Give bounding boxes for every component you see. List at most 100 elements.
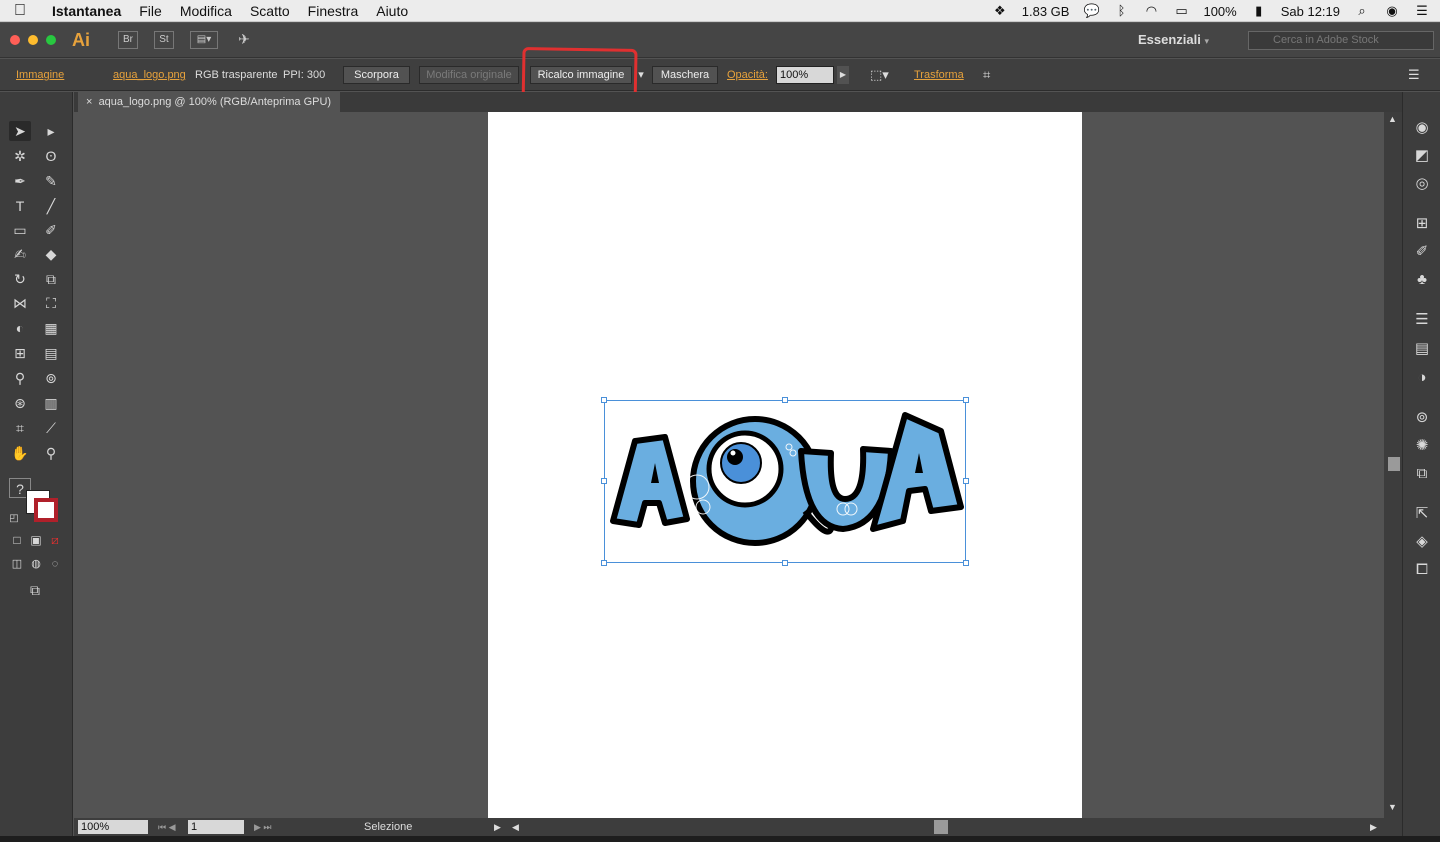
scroll-down-icon[interactable]: ▼ [1388, 802, 1397, 812]
resize-handle[interactable] [782, 397, 788, 403]
cc-libraries-icon[interactable]: ◎ [1412, 174, 1432, 194]
notification-icon[interactable]: ☰ [1414, 4, 1430, 18]
workspace-switcher[interactable]: Essenziali ▾ [1138, 29, 1238, 51]
column-graph-tool-icon[interactable]: ▥ [40, 393, 62, 413]
document-tab[interactable]: × aqua_logo.png @ 100% (RGB/Anteprima GP… [78, 92, 340, 112]
pen-tool-icon[interactable]: ✒ [9, 171, 31, 191]
close-tab-icon[interactable]: × [86, 96, 92, 108]
artboard-tool-icon[interactable]: ⌗ [9, 418, 31, 438]
airplay-icon[interactable]: ▭ [1173, 4, 1189, 18]
apple-icon[interactable]:  [14, 2, 44, 20]
free-transform-tool-icon[interactable]: ⛶ [40, 293, 62, 313]
artboards-icon[interactable]: ⧉ [1412, 464, 1432, 484]
memory-status[interactable]: 1.83 GB [1022, 4, 1070, 19]
resize-handle[interactable] [601, 478, 607, 484]
graphic-styles-icon[interactable]: ◩ [1412, 146, 1432, 166]
page-nav-next-icon[interactable]: ▶ ⏭ [254, 818, 272, 836]
rotate-tool-icon[interactable]: ↻ [9, 269, 31, 289]
vertical-scroll-thumb[interactable] [1388, 457, 1400, 471]
draw-inside-icon[interactable]: ◌ [44, 554, 66, 574]
isolate-icon[interactable]: ⌗ [983, 59, 990, 91]
page-nav-first-icon[interactable]: ⏮ ◀ [158, 818, 176, 836]
transform-link[interactable]: Trasforma [914, 59, 964, 91]
horizontal-scroll-thumb[interactable] [934, 820, 948, 834]
shaper-tool-icon[interactable]: ✍ [9, 244, 31, 264]
screen-mode-icon[interactable]: ⧉ [24, 580, 46, 600]
recolor-icon[interactable]: ⬚▾ [870, 59, 889, 91]
brushes-icon[interactable]: ✐ [1412, 242, 1432, 262]
swatches-icon[interactable]: ⊞ [1412, 214, 1432, 234]
direct-selection-tool-icon[interactable]: ▸ [40, 121, 62, 141]
canvas[interactable] [74, 112, 1384, 818]
minimize-window-button[interactable] [28, 35, 38, 45]
scale-tool-icon[interactable]: ⧉ [40, 269, 62, 289]
shape-builder-tool-icon[interactable]: ◐ [9, 318, 31, 338]
symbols-icon[interactable]: ♣ [1412, 270, 1432, 290]
eyedropper-tool-icon[interactable]: ⚲ [9, 368, 31, 388]
mask-button[interactable]: Maschera [652, 66, 718, 84]
paintbrush-tool-icon[interactable]: ✐ [40, 220, 62, 240]
menu-scatto[interactable]: Scatto [250, 3, 290, 19]
transparency-icon[interactable]: ◑ [1412, 368, 1432, 388]
resize-handle[interactable] [963, 478, 969, 484]
close-window-button[interactable] [10, 35, 20, 45]
messages-icon[interactable]: 💬 [1083, 4, 1099, 18]
scroll-up-icon[interactable]: ▲ [1388, 114, 1397, 124]
resize-handle[interactable] [963, 397, 969, 403]
vertical-scrollbar[interactable]: ▲ ▼ [1384, 112, 1402, 818]
scroll-right-icon[interactable]: ▶ [1370, 818, 1377, 836]
links-icon[interactable]: ⧠ [1412, 560, 1432, 580]
menu-app[interactable]: Istantanea [52, 3, 121, 19]
perspective-grid-tool-icon[interactable]: ▦ [40, 318, 62, 338]
menu-modifica[interactable]: Modifica [180, 3, 232, 19]
hand-tool-icon[interactable]: ✋ [9, 443, 31, 463]
edit-original-button[interactable]: Modifica originale [419, 66, 519, 84]
menu-aiuto[interactable]: Aiuto [376, 3, 408, 19]
opacity-arrow-icon[interactable]: ▶ [837, 66, 849, 84]
page-field[interactable]: 1 [188, 820, 244, 834]
eraser-tool-icon[interactable]: ◆ [40, 244, 62, 264]
opacity-input[interactable]: 100% [776, 66, 834, 84]
artboard[interactable] [488, 112, 1082, 818]
status-menu-icon[interactable]: ▶ [494, 818, 501, 836]
none-mode-icon[interactable]: ⧄ [44, 530, 66, 550]
lasso-tool-icon[interactable]: ʘ [40, 146, 62, 166]
slice-tool-icon[interactable]: ⟋ [40, 418, 62, 438]
layers-icon[interactable]: ◈ [1412, 532, 1432, 552]
rocket-icon[interactable]: ✈ [234, 31, 254, 49]
symbol-sprayer-tool-icon[interactable]: ⊛ [9, 393, 31, 413]
selection-tool-icon[interactable]: ➤ [9, 121, 31, 141]
resize-handle[interactable] [963, 560, 969, 566]
arrange-documents-button[interactable]: ▤▾ [190, 31, 218, 49]
zoom-window-button[interactable] [46, 35, 56, 45]
default-colors-icon[interactable]: ◰ [3, 509, 25, 529]
gradient-tool-icon[interactable]: ▤ [40, 343, 62, 363]
width-tool-icon[interactable]: ⋈ [9, 293, 31, 313]
stock-search-input[interactable]: Cerca in Adobe Stock [1248, 31, 1434, 50]
menu-file[interactable]: File [139, 3, 162, 19]
siri-icon[interactable]: ◉ [1384, 4, 1400, 18]
stroke-icon[interactable]: ☰ [1412, 310, 1432, 330]
rectangle-tool-icon[interactable]: ▭ [9, 220, 31, 240]
spotlight-icon[interactable]: ⌕ [1354, 4, 1370, 18]
bridge-button[interactable]: Br [118, 31, 138, 49]
object-type-link[interactable]: Immagine [16, 59, 64, 91]
clock[interactable]: Sab 12:19 [1281, 4, 1340, 19]
resize-handle[interactable] [782, 560, 788, 566]
appearance-icon[interactable]: ◉ [1412, 118, 1432, 138]
fill-stroke-swatch[interactable] [26, 490, 58, 522]
type-tool-icon[interactable]: T [9, 196, 31, 216]
embed-button[interactable]: Scorpora [343, 66, 410, 84]
dropbox-icon[interactable]: ❖ [992, 4, 1008, 18]
gradient-icon[interactable]: ▤ [1412, 339, 1432, 359]
curvature-tool-icon[interactable]: ✎ [40, 171, 62, 191]
magic-wand-tool-icon[interactable]: ✲ [9, 146, 31, 166]
resize-handle[interactable] [601, 560, 607, 566]
mesh-tool-icon[interactable]: ⊞ [9, 343, 31, 363]
color-icon[interactable]: ✺ [1412, 436, 1432, 456]
scroll-left-icon[interactable]: ◀ [512, 818, 519, 836]
line-tool-icon[interactable]: ╱ [40, 196, 62, 216]
zoom-tool-icon[interactable]: ⚲ [40, 443, 62, 463]
zoom-field[interactable]: 100% [78, 820, 148, 834]
battery-status[interactable]: 100% [1203, 4, 1236, 19]
